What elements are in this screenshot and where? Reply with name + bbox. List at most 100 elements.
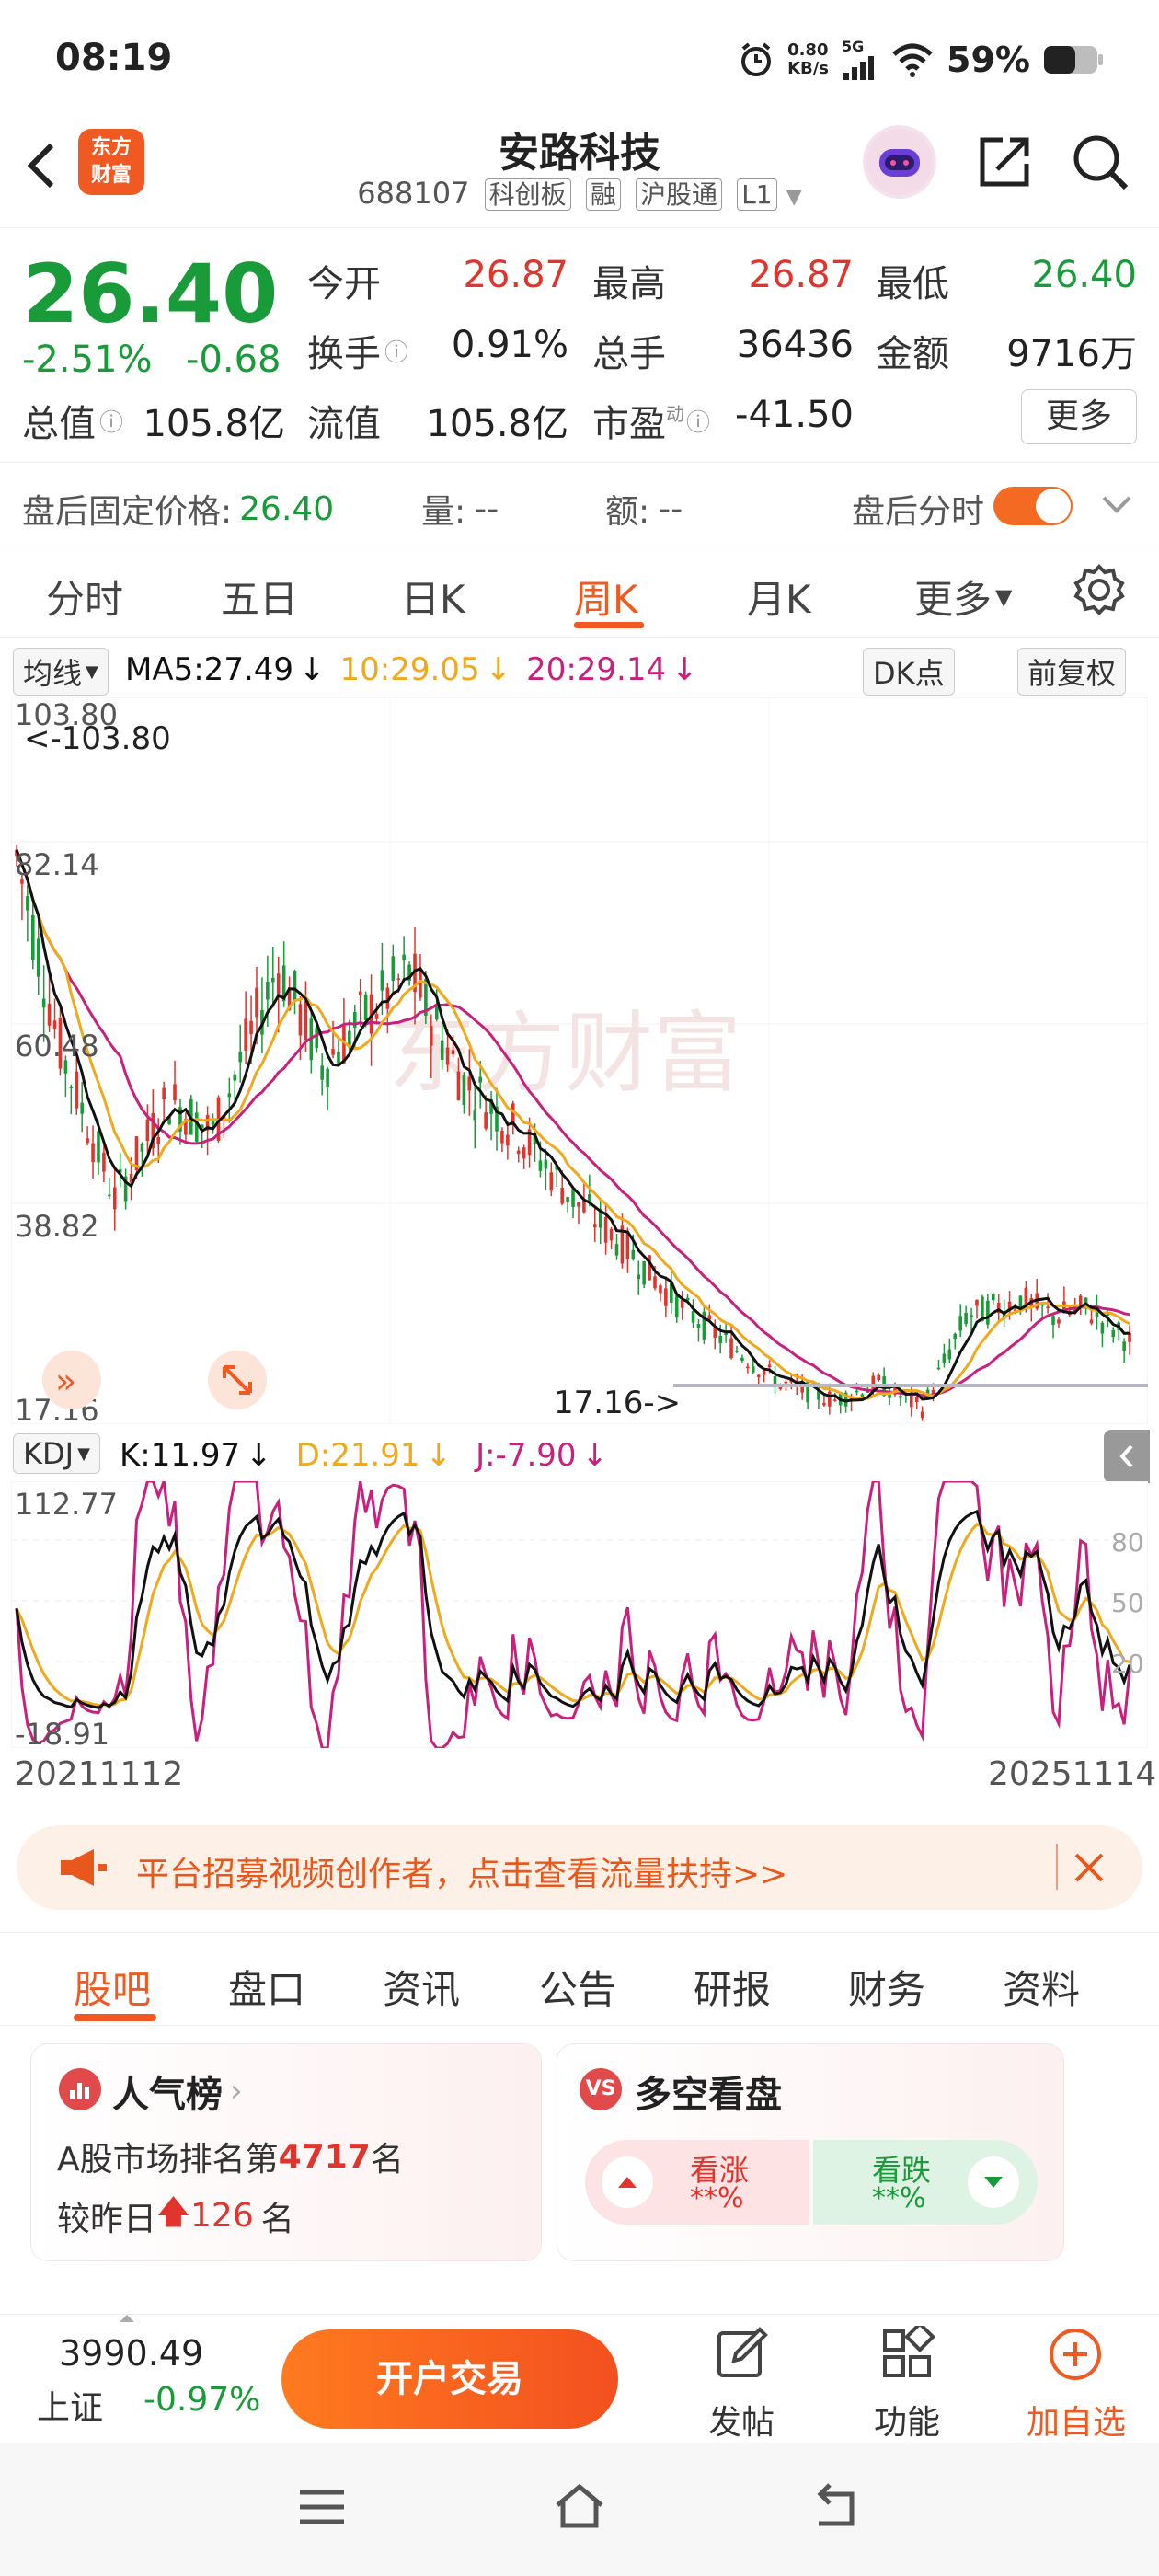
add-watchlist-button[interactable]: 加自选	[1003, 2315, 1150, 2444]
system-nav-bar	[0, 2443, 1159, 2576]
candle-body	[822, 1402, 826, 1406]
post-button[interactable]: 发帖	[668, 2315, 815, 2444]
bull-button[interactable]: 看涨 **%	[585, 2140, 809, 2225]
candle-body	[762, 1370, 766, 1375]
adjust-button[interactable]: 前复权	[1017, 648, 1127, 696]
home-icon[interactable]	[552, 2481, 607, 2531]
end-date: 20251114	[988, 1755, 1157, 1793]
candle-body	[1046, 1306, 1050, 1309]
caret-down-icon[interactable]: ▼	[786, 186, 802, 209]
candle-body	[434, 1006, 439, 1020]
tab-financials[interactable]: 财务	[848, 1959, 925, 2015]
open-label: 今开	[307, 263, 381, 305]
robot-icon	[866, 129, 933, 195]
fullscreen-button[interactable]	[208, 1351, 267, 1409]
info-icon[interactable]: ⓘ	[99, 404, 123, 438]
search-icon	[1073, 135, 1129, 190]
promo-banner[interactable]: 平台招募视频创作者，点击查看流量扶持>>	[17, 1825, 1142, 1910]
ma10-value: 10:29.05	[339, 651, 480, 688]
candle-body	[740, 1357, 744, 1361]
open-account-trade-button[interactable]: 开户交易	[281, 2329, 618, 2429]
tab-research[interactable]: 研报	[694, 1959, 771, 2015]
tab-timeshare[interactable]: 分时	[46, 569, 123, 625]
candle-body	[145, 1119, 150, 1142]
index-change[interactable]: -0.97%	[143, 2381, 260, 2419]
tab-more[interactable]: 更多 ▼	[914, 569, 1012, 625]
menu-icon[interactable]	[296, 2487, 348, 2527]
ma5-value: MA5:27.49	[125, 651, 294, 688]
settings-gear-icon[interactable]	[1073, 563, 1126, 616]
stock-code: 688107	[357, 176, 470, 211]
after-hours-bar: 盘后固定价格: 26.40 量: -- 额: -- 盘后分时	[0, 462, 1159, 546]
candle-body	[592, 1224, 597, 1228]
chevron-down-icon[interactable]	[1100, 490, 1133, 518]
candle-body	[756, 1374, 761, 1377]
amount-label: 金额	[876, 333, 949, 375]
indicator-selector[interactable]: 均线 ▼	[13, 648, 109, 696]
info-icon[interactable]: ⓘ	[384, 334, 408, 368]
candle-body	[680, 1300, 684, 1308]
tab-profile[interactable]: 资料	[1003, 1959, 1080, 2015]
sentiment-card[interactable]: VS 多空看盘 看涨 **% 看跌 **%	[557, 2044, 1063, 2260]
index-name[interactable]: 上证	[37, 2381, 103, 2429]
close-icon[interactable]	[1071, 1849, 1107, 1886]
kdj-chart[interactable]: 112.77 -18.91 80 50 20	[11, 1481, 1148, 1748]
kdj-level-50: 50	[1111, 1588, 1144, 1618]
candle-body	[484, 1112, 488, 1129]
candle-body	[211, 1120, 215, 1125]
tab-weekly-k[interactable]: 周K	[574, 569, 638, 625]
candle-body	[577, 1202, 580, 1207]
float-cap-value: 105.8亿	[426, 403, 568, 445]
candle-body	[467, 1076, 472, 1091]
assistant-avatar[interactable]	[863, 125, 936, 199]
net-speed: 0.80	[787, 40, 829, 60]
index-value[interactable]: 3990.49	[59, 2333, 203, 2374]
side-panel-toggle[interactable]	[1104, 1430, 1150, 1483]
kdj-selector[interactable]: KDJ ▼	[13, 1433, 100, 1474]
battery-percent: 59%	[947, 40, 1030, 80]
more-button[interactable]: 更多	[1021, 389, 1137, 444]
popularity-card[interactable]: 人气榜 › A股市场排名第 4717 名 较昨日 🡅 126 名	[31, 2044, 541, 2260]
dk-point-button[interactable]: DK点	[863, 648, 955, 696]
share-button[interactable]	[975, 132, 1034, 195]
candle-body	[374, 1014, 379, 1019]
bear-button[interactable]: 看跌 **%	[813, 2140, 1038, 2225]
market-cap-label: 总值 ⓘ	[22, 403, 124, 445]
tab-monthly-k[interactable]: 月K	[747, 569, 811, 625]
back-nav-icon[interactable]	[809, 2483, 861, 2529]
low-label: 最低	[876, 263, 949, 305]
candle-body	[560, 1188, 564, 1204]
candle-body	[276, 973, 281, 997]
kdj-level-80: 80	[1111, 1527, 1144, 1558]
candle-body	[603, 1217, 608, 1243]
kdj-level-20: 20	[1111, 1649, 1144, 1679]
tab-five-day[interactable]: 五日	[221, 569, 298, 625]
candle-body	[86, 1138, 89, 1144]
after-hours-toggle[interactable]	[993, 487, 1073, 525]
active-tab-underline	[574, 622, 644, 628]
tag-star-market: 科创板	[484, 178, 571, 211]
tab-forum[interactable]: 股吧	[74, 1959, 151, 2015]
tab-announcements[interactable]: 公告	[539, 1959, 616, 2015]
tab-daily-k[interactable]: 日K	[401, 569, 465, 625]
expand-left-button[interactable]: »	[42, 1351, 101, 1409]
tab-order-book[interactable]: 盘口	[228, 1959, 305, 2015]
after-hours-price: 盘后固定价格: 26.40	[22, 489, 335, 532]
weekly-k-chart[interactable]: 东方财富 103.80 82.14 60.48 38.82 17.16 <-10…	[11, 697, 1148, 1424]
status-bar: 08:19 0.80 KB/s 5G 59%	[0, 0, 1159, 120]
candle-body	[877, 1374, 881, 1381]
wifi-icon	[892, 43, 933, 77]
function-button[interactable]: 功能	[833, 2315, 981, 2444]
volume-value: 36436	[736, 324, 854, 366]
search-button[interactable]	[1071, 132, 1131, 197]
caret-up-icon[interactable]	[118, 2313, 136, 2324]
candle-body	[233, 1074, 237, 1081]
info-icon[interactable]: ⓘ	[686, 404, 710, 438]
candle-body	[320, 1065, 324, 1080]
candle-body	[986, 1300, 990, 1325]
candle-body	[363, 994, 368, 1021]
turnover-label: 换手 ⓘ	[307, 333, 409, 375]
candle-body	[991, 1294, 995, 1301]
tab-news[interactable]: 资讯	[383, 1959, 460, 2015]
rank-chart-icon	[59, 2068, 101, 2110]
